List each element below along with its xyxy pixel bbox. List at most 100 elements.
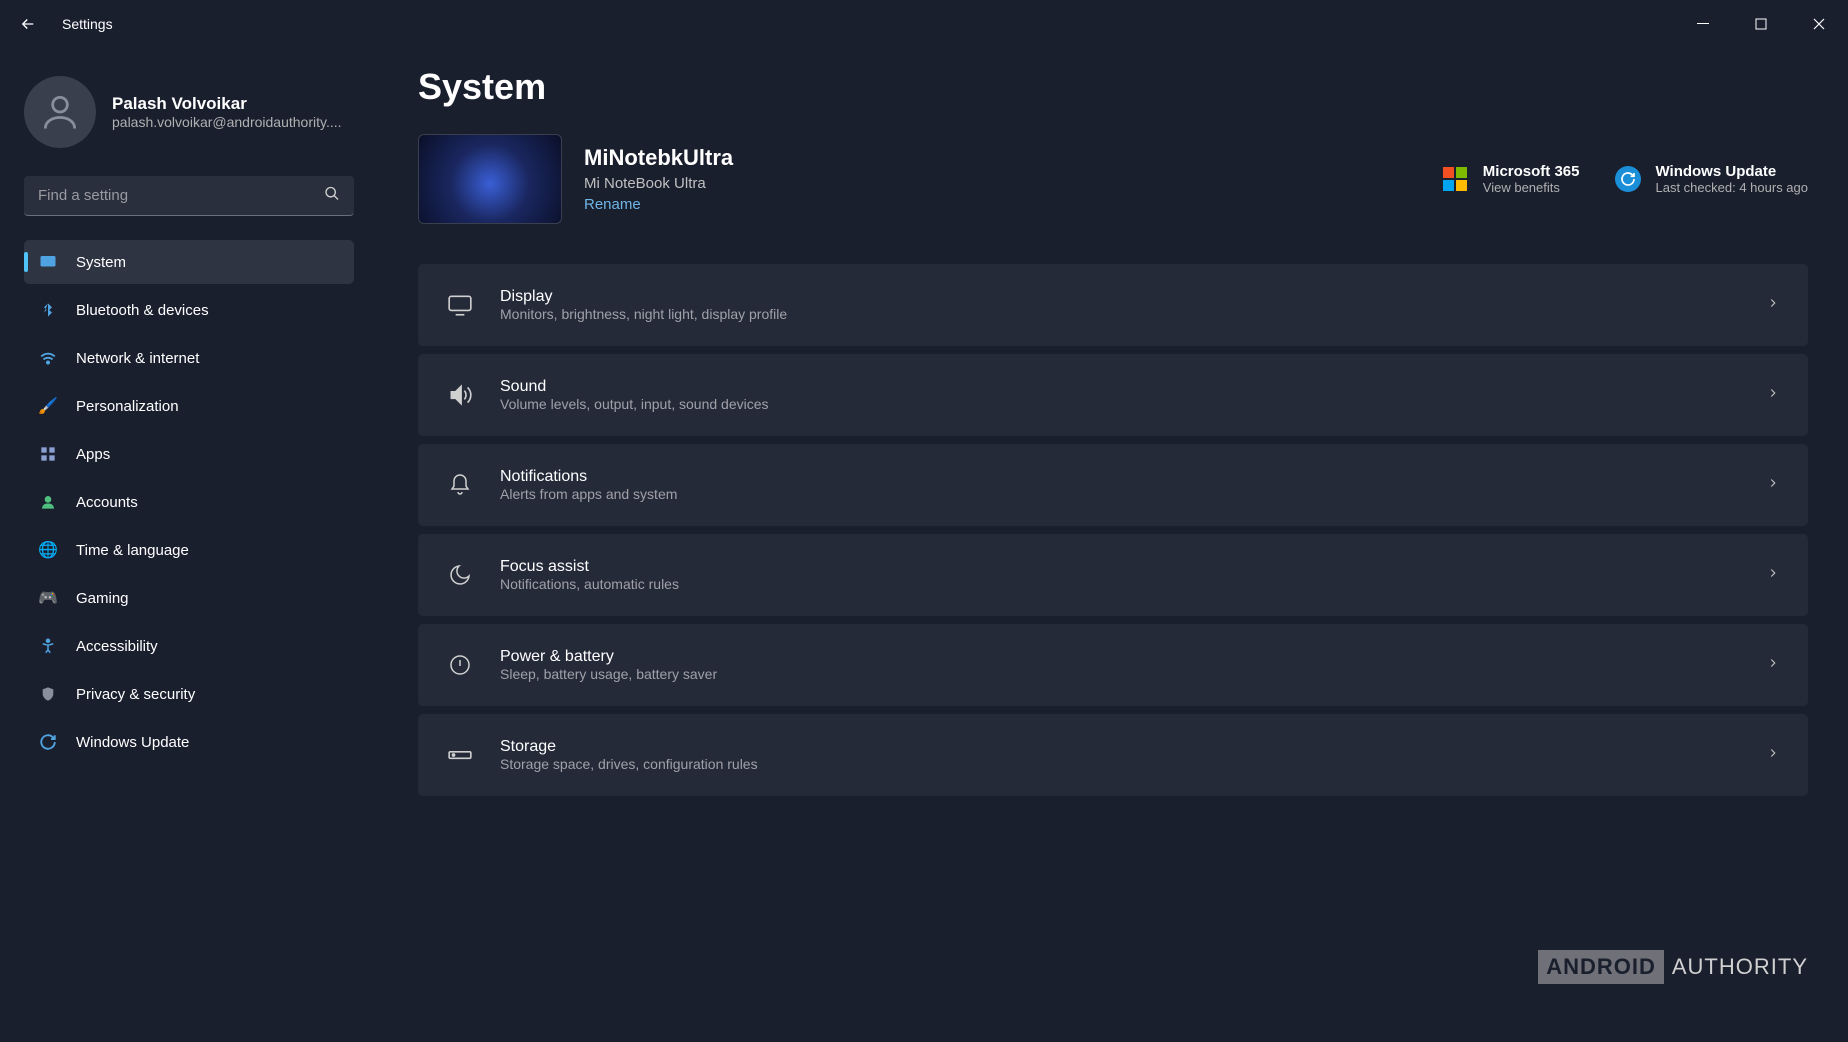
minimize-button[interactable] <box>1674 0 1732 48</box>
avatar <box>24 76 96 148</box>
accessibility-icon <box>38 636 58 656</box>
main-content: System MiNotebkUltra Mi NoteBook Ultra R… <box>370 48 1848 1042</box>
sidebar-item-label: Accounts <box>76 494 138 511</box>
sound-icon <box>446 381 474 409</box>
person-icon <box>38 90 82 134</box>
sidebar-item-label: System <box>76 254 126 271</box>
chevron-right-icon <box>1766 386 1780 405</box>
power-icon <box>446 651 474 679</box>
setting-desc: Volume levels, output, input, sound devi… <box>500 396 769 412</box>
setting-title: Focus assist <box>500 558 679 576</box>
display-icon <box>446 291 474 319</box>
setting-title: Display <box>500 288 787 306</box>
watermark-box: ANDROID <box>1538 950 1664 984</box>
moon-icon <box>446 561 474 589</box>
maximize-button[interactable] <box>1732 0 1790 48</box>
maximize-icon <box>1755 18 1767 30</box>
sidebar-item-label: Accessibility <box>76 638 158 655</box>
globe-icon: 🌐 <box>38 540 58 560</box>
sidebar-item-personalization[interactable]: 🖌️ Personalization <box>24 384 354 428</box>
sidebar-item-label: Privacy & security <box>76 686 195 703</box>
setting-power[interactable]: Power & battery Sleep, battery usage, ba… <box>418 624 1808 706</box>
bluetooth-icon <box>38 300 58 320</box>
device-thumbnail[interactable] <box>418 134 562 224</box>
close-button[interactable] <box>1790 0 1848 48</box>
sidebar-item-bluetooth[interactable]: Bluetooth & devices <box>24 288 354 332</box>
setting-title: Storage <box>500 738 758 756</box>
sidebar-item-label: Network & internet <box>76 350 199 367</box>
titlebar: Settings <box>0 0 1848 48</box>
sidebar-item-apps[interactable]: Apps <box>24 432 354 476</box>
sidebar-item-privacy[interactable]: Privacy & security <box>24 672 354 716</box>
update-icon <box>38 732 58 752</box>
user-block[interactable]: Palash Volvoikar palash.volvoikar@androi… <box>24 68 354 156</box>
app-title: Settings <box>62 16 113 32</box>
status-title: Microsoft 365 <box>1483 163 1580 180</box>
setting-desc: Notifications, automatic rules <box>500 576 679 592</box>
sidebar-item-label: Personalization <box>76 398 179 415</box>
microsoft-logo-icon <box>1441 165 1469 193</box>
sync-icon <box>1614 165 1642 193</box>
sidebar-item-gaming[interactable]: 🎮 Gaming <box>24 576 354 620</box>
sidebar: Palash Volvoikar palash.volvoikar@androi… <box>0 48 370 1042</box>
setting-title: Power & battery <box>500 648 717 666</box>
user-email: palash.volvoikar@androidauthority.... <box>112 114 342 130</box>
setting-notifications[interactable]: Notifications Alerts from apps and syste… <box>418 444 1808 526</box>
chevron-right-icon <box>1766 566 1780 585</box>
setting-desc: Storage space, drives, configuration rul… <box>500 756 758 772</box>
setting-display[interactable]: Display Monitors, brightness, night ligh… <box>418 264 1808 346</box>
setting-focus-assist[interactable]: Focus assist Notifications, automatic ru… <box>418 534 1808 616</box>
sidebar-item-time[interactable]: 🌐 Time & language <box>24 528 354 572</box>
setting-title: Sound <box>500 378 769 396</box>
status-sub: View benefits <box>1483 180 1580 195</box>
display-icon <box>38 252 58 272</box>
search-input[interactable] <box>24 176 354 216</box>
setting-desc: Monitors, brightness, night light, displ… <box>500 306 787 322</box>
status-windows-update[interactable]: Windows Update Last checked: 4 hours ago <box>1614 163 1809 195</box>
back-button[interactable] <box>16 12 40 36</box>
sidebar-item-network[interactable]: Network & internet <box>24 336 354 380</box>
status-title: Windows Update <box>1656 163 1809 180</box>
setting-title: Notifications <box>500 468 677 486</box>
gamepad-icon: 🎮 <box>38 588 58 608</box>
chevron-right-icon <box>1766 656 1780 675</box>
arrow-left-icon <box>19 15 37 33</box>
shield-icon <box>38 684 58 704</box>
storage-icon <box>446 741 474 769</box>
rename-link[interactable]: Rename <box>584 196 733 213</box>
brush-icon: 🖌️ <box>38 396 58 416</box>
sidebar-item-label: Apps <box>76 446 110 463</box>
close-icon <box>1813 18 1825 30</box>
bell-icon <box>446 471 474 499</box>
sidebar-item-update[interactable]: Windows Update <box>24 720 354 764</box>
page-title: System <box>418 66 1808 108</box>
setting-sound[interactable]: Sound Volume levels, output, input, soun… <box>418 354 1808 436</box>
sidebar-item-accessibility[interactable]: Accessibility <box>24 624 354 668</box>
user-name: Palash Volvoikar <box>112 94 342 114</box>
device-name: MiNotebkUltra <box>584 145 733 171</box>
setting-desc: Sleep, battery usage, battery saver <box>500 666 717 682</box>
watermark: ANDROID AUTHORITY <box>1538 950 1808 984</box>
search-wrapper <box>24 176 354 216</box>
chevron-right-icon <box>1766 746 1780 765</box>
sidebar-item-label: Time & language <box>76 542 189 559</box>
sidebar-item-label: Windows Update <box>76 734 189 751</box>
sidebar-item-system[interactable]: System <box>24 240 354 284</box>
minimize-icon <box>1697 18 1709 30</box>
sidebar-item-accounts[interactable]: Accounts <box>24 480 354 524</box>
wifi-icon <box>38 348 58 368</box>
device-row: MiNotebkUltra Mi NoteBook Ultra Rename M… <box>418 134 1808 224</box>
sidebar-item-label: Bluetooth & devices <box>76 302 209 319</box>
user-icon <box>38 492 58 512</box>
status-sub: Last checked: 4 hours ago <box>1656 180 1809 195</box>
search-icon <box>324 186 340 207</box>
settings-list: Display Monitors, brightness, night ligh… <box>418 264 1808 796</box>
chevron-right-icon <box>1766 476 1780 495</box>
sidebar-item-label: Gaming <box>76 590 129 607</box>
setting-storage[interactable]: Storage Storage space, drives, configura… <box>418 714 1808 796</box>
status-microsoft-365[interactable]: Microsoft 365 View benefits <box>1441 163 1580 195</box>
watermark-text: AUTHORITY <box>1672 954 1808 980</box>
device-model: Mi NoteBook Ultra <box>584 175 733 192</box>
apps-icon <box>38 444 58 464</box>
nav-list: System Bluetooth & devices Network & int… <box>24 240 354 764</box>
